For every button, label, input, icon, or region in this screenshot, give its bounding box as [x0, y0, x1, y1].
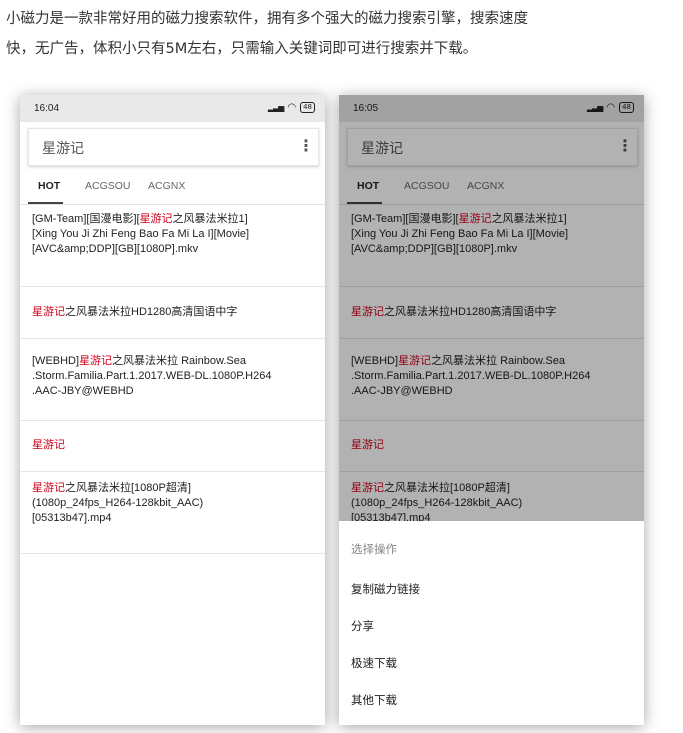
battery-icon: 48: [300, 102, 315, 113]
fast-download-option[interactable]: 极速下载: [351, 655, 397, 671]
item-title-line: [WEBHD]星游记之风暴法米拉 Rainbow.Sea: [32, 355, 246, 367]
item-title-line: 星游记之风暴法米拉[1080P超清]: [32, 482, 191, 494]
item-title-line: .Storm.Familia.Part.1.2017.WEB-DL.1080P.…: [32, 370, 272, 382]
other-download-option[interactable]: 其他下载: [351, 692, 397, 708]
item-title-line: (1080p_24fps_H264-128kbit_AAC): [32, 497, 204, 509]
phone-screenshot-right: 16:05 ▂▃▅ ◠ 48 星游记 ⋮ HOT ACGSOU ACGNX [G…: [339, 95, 644, 725]
intro-line-2: 快，无广告，体积小只有5M左右，只需输入关键词即可进行搜索并下载。: [6, 41, 478, 57]
action-sheet: 选择操作 复制磁力链接 分享 极速下载 其他下载: [339, 521, 644, 725]
status-bar: 16:04 ▂▃▅ ◠ 48: [20, 95, 325, 122]
more-vert-icon[interactable]: ⋮: [298, 136, 314, 156]
tab-hot[interactable]: HOT: [38, 180, 60, 192]
tab-acgnx[interactable]: ACGNX: [148, 180, 185, 192]
share-option[interactable]: 分享: [351, 618, 374, 634]
item-title-line: [Xing You Ji Zhi Feng Bao Fa Mi La I][Mo…: [32, 228, 250, 240]
item-title-line: 星游记之风暴法米拉HD1280高清国语中字: [32, 306, 238, 318]
sheet-title: 选择操作: [351, 542, 397, 556]
result-list: [GM-Team][国漫电影][星游记之风暴法米拉1] [Xing You Ji…: [20, 205, 325, 554]
search-query[interactable]: 星游记: [42, 138, 84, 158]
wifi-icon: ◠: [287, 102, 297, 113]
phone-screenshot-left: 16:04 ▂▃▅ ◠ 48 星游记 ⋮ HOT ACGSOU ACGNX [G…: [20, 95, 325, 725]
list-item[interactable]: [GM-Team][国漫电影][星游记之风暴法米拉1] [Xing You Ji…: [20, 205, 325, 287]
source-tabs: HOT ACGSOU ACGNX: [20, 174, 325, 204]
item-title-line: 星游记: [32, 439, 65, 451]
list-item[interactable]: 星游记之风暴法米拉[1080P超清] (1080p_24fps_H264-128…: [20, 472, 325, 554]
intro-text: 小磁力是一款非常好用的磁力搜索软件，拥有多个强大的磁力搜索引擎，搜索速度 快，无…: [6, 4, 678, 64]
copy-magnet-link-option[interactable]: 复制磁力链接: [351, 581, 420, 597]
list-item[interactable]: 星游记之风暴法米拉HD1280高清国语中字: [20, 287, 325, 339]
item-title-line: [05313b47].mp4: [32, 512, 112, 524]
status-time: 16:04: [34, 103, 60, 114]
tab-acgsou[interactable]: ACGSOU: [85, 180, 131, 192]
list-item[interactable]: 星游记: [20, 421, 325, 472]
intro-line-1: 小磁力是一款非常好用的磁力搜索软件，拥有多个强大的磁力搜索引擎，搜索速度: [6, 11, 528, 27]
list-item[interactable]: [WEBHD]星游记之风暴法米拉 Rainbow.Sea .Storm.Fami…: [20, 339, 325, 421]
search-bar[interactable]: 星游记 ⋮: [28, 128, 319, 166]
signal-icon: ▂▃▅: [267, 103, 285, 112]
item-title-line: [AVC&amp;DDP][GB][1080P].mkv: [32, 243, 199, 255]
item-title-line: [GM-Team][国漫电影][星游记之风暴法米拉1]: [32, 213, 248, 225]
item-title-line: .AAC-JBY@WEBHD: [32, 385, 134, 397]
